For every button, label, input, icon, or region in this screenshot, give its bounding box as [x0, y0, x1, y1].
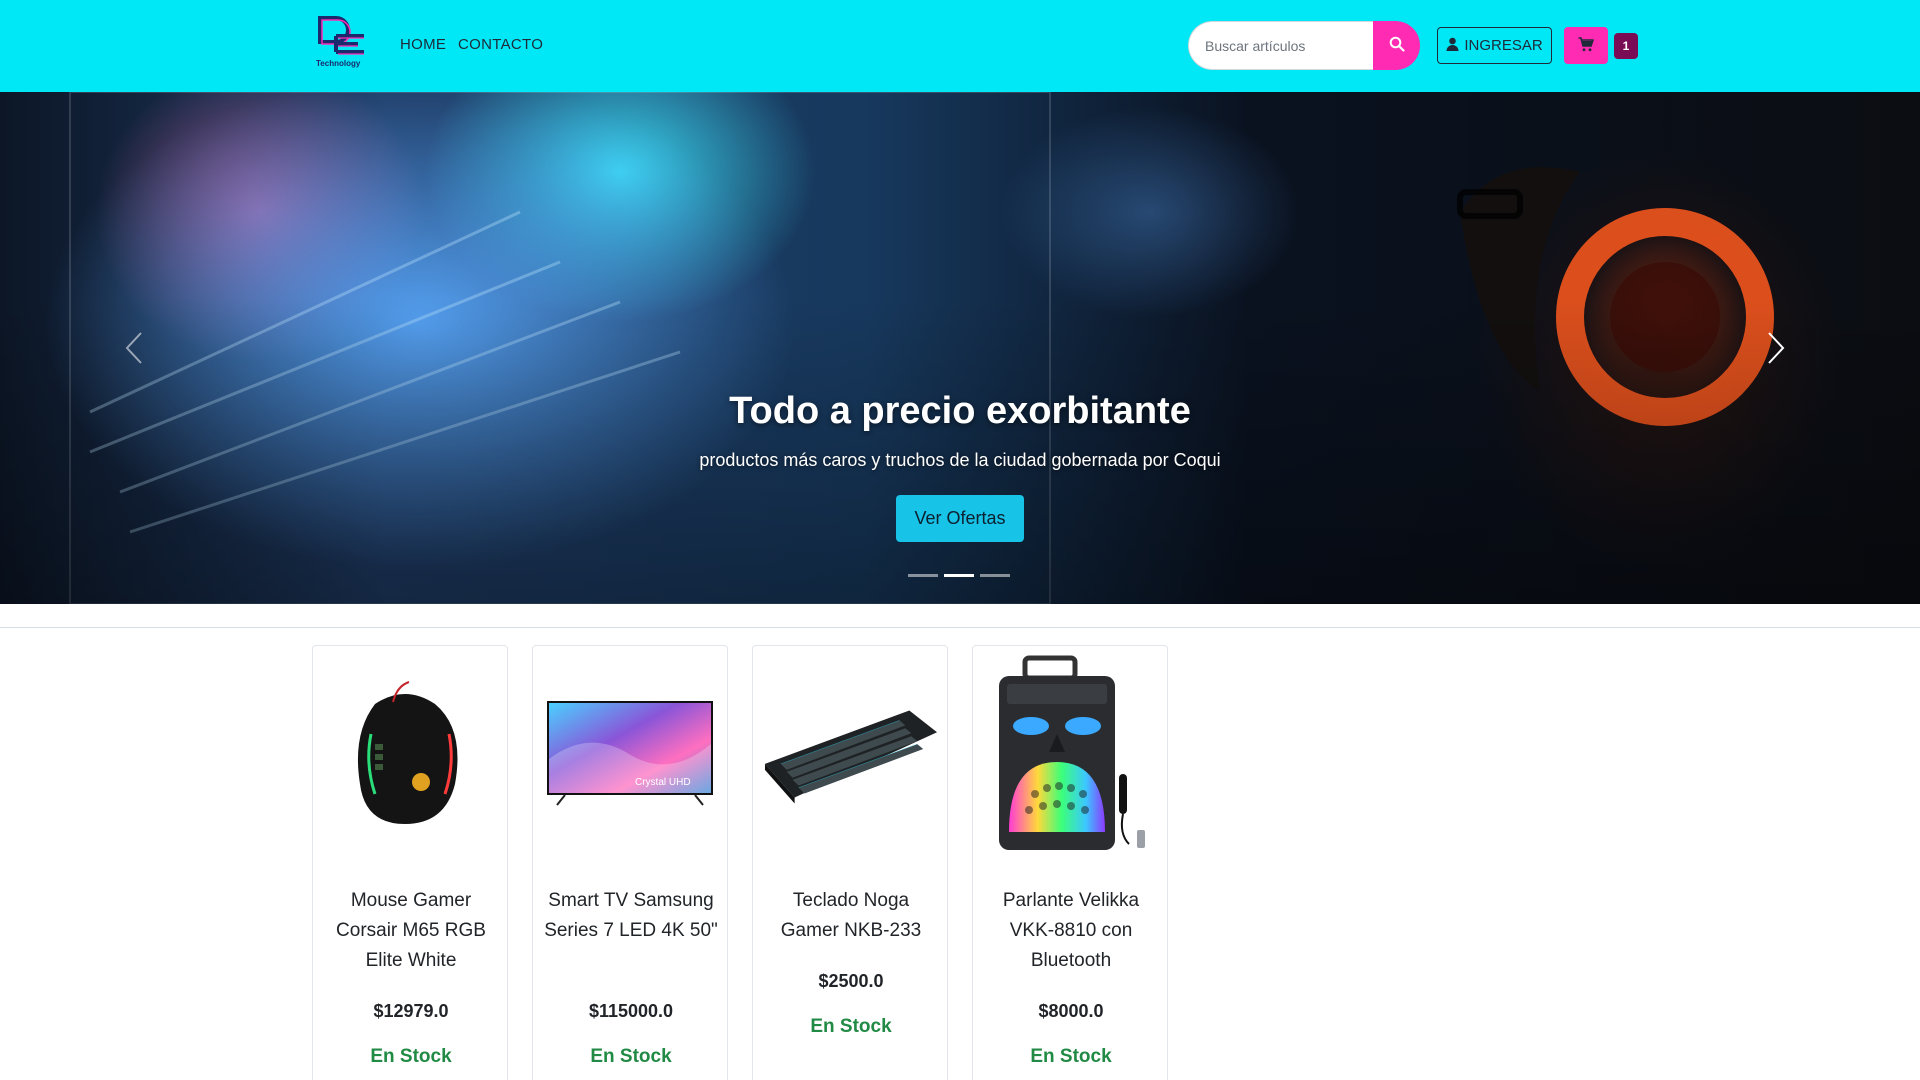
- hero-subtitle: productos más caros y truchos de la ciud…: [699, 450, 1221, 470]
- view-offers-button[interactable]: Ver Ofertas: [896, 495, 1024, 542]
- stock-status: En Stock: [810, 1016, 892, 1037]
- product-price: $8000.0: [1038, 1001, 1104, 1021]
- stock-status: En Stock: [1030, 1046, 1112, 1067]
- chevron-right-icon: [1766, 331, 1786, 370]
- user-icon: [1446, 37, 1459, 55]
- product-name: Smart TV Samsung Series 7 LED 4K 50": [544, 890, 718, 941]
- carousel-prev-button[interactable]: [116, 328, 152, 372]
- login-button[interactable]: INGRESAR: [1437, 27, 1552, 64]
- carousel-indicators: [908, 574, 1010, 577]
- nav-contact-link[interactable]: CONTACTO: [458, 36, 543, 53]
- hero-carousel: Todo a precio exorbitante productos más …: [0, 92, 1920, 604]
- search-icon: [1389, 36, 1405, 55]
- carousel-next-button[interactable]: [1758, 328, 1794, 372]
- product-card[interactable]: Crystal UHD Smart TV Samsung Series 7 LE…: [532, 645, 728, 1080]
- search-button[interactable]: [1373, 21, 1420, 70]
- product-price: $115000.0: [588, 1001, 674, 1021]
- cart-icon: [1578, 36, 1594, 55]
- carousel-indicator-1[interactable]: [908, 574, 938, 577]
- search-form: [1188, 21, 1420, 70]
- product-price: $12979.0: [373, 1001, 449, 1021]
- product-card[interactable]: Parlante Velikka VKK-8810 con Bluetooth …: [972, 645, 1168, 1080]
- nav-home-link[interactable]: HOME: [400, 36, 446, 53]
- carousel-indicator-3[interactable]: [980, 574, 1010, 577]
- keyboard-image: [761, 654, 939, 854]
- section-divider: [0, 627, 1920, 628]
- stock-status: En Stock: [590, 1046, 672, 1067]
- product-name: Teclado Noga Gamer NKB-233: [780, 890, 922, 941]
- product-price: $2500.0: [818, 971, 884, 991]
- chevron-left-icon: [124, 331, 144, 370]
- tv-image: Crystal UHD: [541, 654, 719, 854]
- cart-count-badge: 1: [1614, 33, 1638, 59]
- product-card[interactable]: Mouse Gamer Corsair M65 RGB Elite White …: [312, 645, 508, 1080]
- carousel-indicator-2[interactable]: [944, 574, 974, 577]
- product-name: Parlante Velikka VKK-8810 con Bluetooth: [1002, 890, 1140, 971]
- mouse-image: [321, 654, 499, 854]
- hero-title: Todo a precio exorbitante: [729, 390, 1191, 432]
- cart-button[interactable]: [1564, 27, 1608, 64]
- speaker-image: [981, 654, 1159, 854]
- stock-status: En Stock: [370, 1046, 452, 1067]
- login-label: INGRESAR: [1464, 37, 1543, 54]
- product-card[interactable]: Teclado Noga Gamer NKB-233 $2500.0 En St…: [752, 645, 948, 1080]
- navbar: Technology HOME CONTACTO INGRESAR 1: [0, 0, 1920, 92]
- search-input[interactable]: [1188, 21, 1376, 70]
- brand-logo[interactable]: Technology: [312, 14, 374, 72]
- product-name: Mouse Gamer Corsair M65 RGB Elite White: [336, 890, 486, 971]
- tv-screen-label: Crystal UHD: [635, 777, 691, 788]
- logo-text: Technology: [316, 59, 361, 68]
